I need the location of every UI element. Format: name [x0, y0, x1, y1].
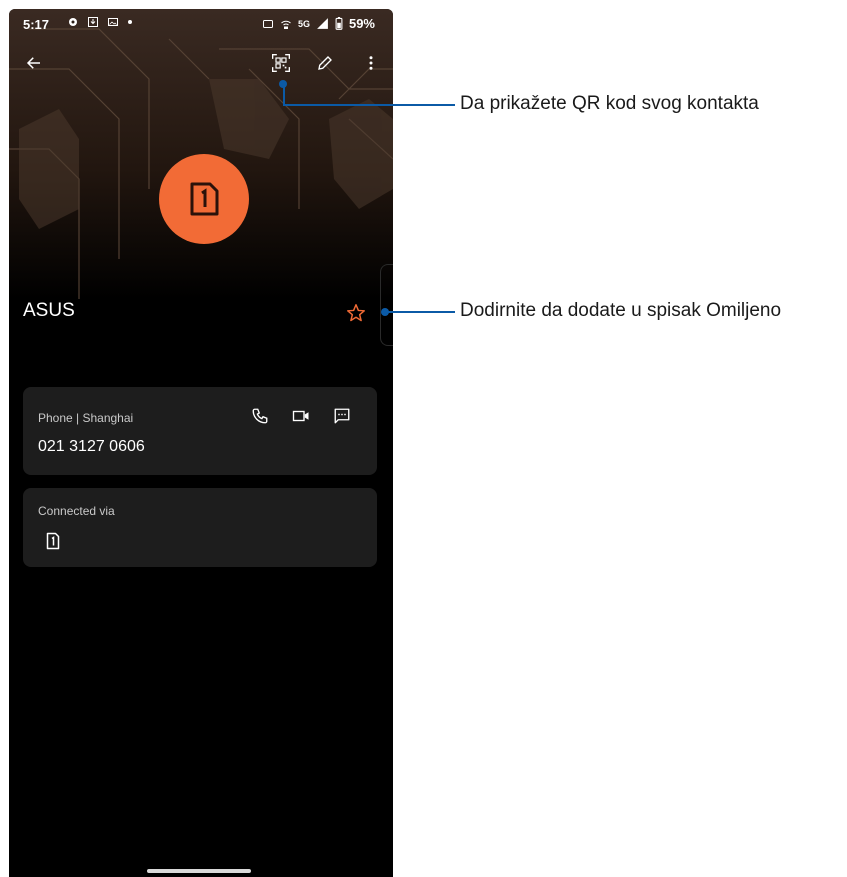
settings-icon: [69, 18, 77, 26]
download-icon: [88, 17, 98, 27]
pencil-icon: [318, 56, 332, 70]
sim-card-1-icon: [190, 182, 219, 216]
favorite-callout-line: [385, 311, 455, 313]
edit-button[interactable]: [311, 49, 339, 77]
arrow-left-icon: [26, 57, 40, 69]
favorite-callout-text: Dodirnite da dodate u spisak Omiljeno: [460, 300, 782, 321]
battery-icon: [335, 17, 343, 30]
edge-handle: [380, 264, 393, 346]
video-call-icon: [292, 410, 309, 422]
phone-icon: [252, 408, 268, 424]
contact-name: ASUS: [23, 300, 75, 321]
video-call-button[interactable]: [289, 404, 313, 428]
back-button[interactable]: [20, 49, 48, 77]
connected-via-card: Connected via: [23, 488, 377, 567]
network-type: 5G: [297, 18, 310, 29]
battery-percent: 59%: [348, 16, 375, 31]
status-bar: 5:17 5G 59%: [9, 9, 393, 39]
status-time: 5:17: [23, 17, 50, 32]
phone-label: Phone | Shanghai: [38, 411, 134, 425]
phone-screen: 5:17 5G 59% ASUS Phone | Shanghai 021 31…: [9, 9, 393, 877]
sim-card-1-icon: [46, 532, 60, 550]
star-outline-icon: [347, 304, 365, 322]
phone-number[interactable]: 021 3127 0606: [38, 438, 145, 456]
more-vert-icon: [369, 56, 373, 70]
home-indicator[interactable]: [147, 869, 251, 873]
wifi-calling-icon: [281, 20, 291, 29]
message-button[interactable]: [330, 404, 354, 428]
qr-code-button[interactable]: [267, 49, 295, 77]
dot-icon: [128, 20, 132, 24]
call-button[interactable]: [248, 404, 272, 428]
qr-code-icon: [272, 54, 290, 72]
phone-card[interactable]: Phone | Shanghai 021 3127 0606: [23, 387, 377, 475]
signal-icon: [317, 18, 328, 29]
message-icon: [334, 408, 350, 424]
more-options-button[interactable]: [357, 49, 385, 77]
favorite-button[interactable]: [345, 302, 367, 324]
qr-callout-line-horizontal: [283, 104, 455, 106]
connected-via-label: Connected via: [38, 504, 115, 518]
qr-callout-line-vertical: [283, 83, 285, 105]
contact-avatar: [159, 154, 249, 244]
nfc-icon: [262, 19, 273, 28]
image-icon: [108, 18, 118, 26]
qr-callout-text: Da prikažete QR kod svog kontakta: [460, 93, 759, 114]
